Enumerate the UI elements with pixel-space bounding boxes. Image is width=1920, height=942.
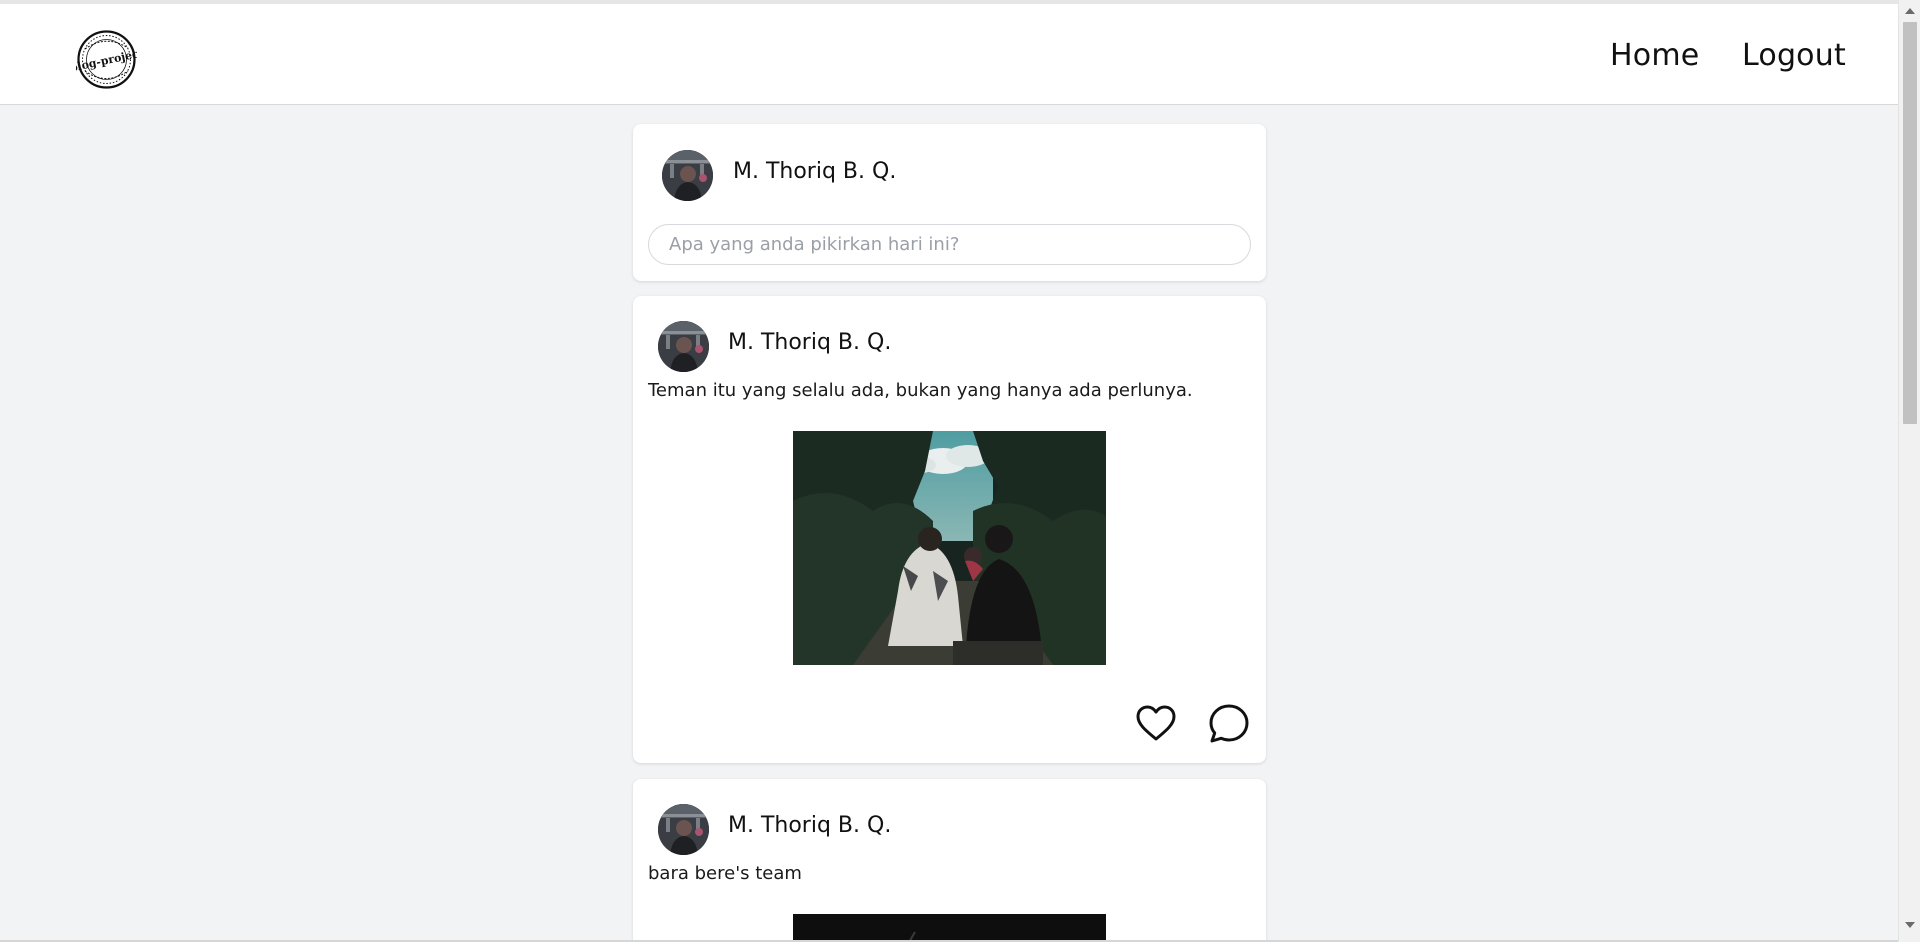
post-author-name: M. Thoriq B. Q. bbox=[728, 330, 892, 355]
app-viewport: blog-project Home Logout M. Thoriq B. Q. bbox=[0, 0, 1920, 942]
composer-avatar[interactable] bbox=[662, 150, 713, 201]
post-card: M. Thoriq B. Q. bara bere's team bbox=[633, 779, 1266, 942]
forest-friends-photo bbox=[793, 431, 1106, 665]
post-text: bara bere's team bbox=[648, 863, 802, 884]
avatar-image bbox=[662, 150, 713, 201]
composer-author-name: M. Thoriq B. Q. bbox=[733, 159, 897, 184]
post-author-avatar[interactable] bbox=[658, 804, 709, 855]
post-card: M. Thoriq B. Q. Teman itu yang selalu ad… bbox=[633, 296, 1266, 763]
page-scrollbar[interactable] bbox=[1898, 0, 1920, 942]
new-post-input[interactable] bbox=[648, 224, 1251, 265]
heart-icon[interactable] bbox=[1135, 703, 1177, 745]
scroll-down-arrow-icon[interactable] bbox=[1905, 922, 1915, 928]
comment-icon[interactable] bbox=[1208, 703, 1250, 745]
dark-photo bbox=[793, 914, 1106, 942]
post-text: Teman itu yang selalu ada, bukan yang ha… bbox=[648, 380, 1193, 401]
post-author-name: M. Thoriq B. Q. bbox=[728, 813, 892, 838]
nav-logout-link[interactable]: Logout bbox=[1742, 38, 1846, 73]
blog-project-logo[interactable]: blog-project bbox=[76, 29, 137, 90]
scrollbar-thumb[interactable] bbox=[1903, 22, 1917, 424]
post-photo[interactable] bbox=[793, 431, 1106, 665]
nav-home-link[interactable]: Home bbox=[1610, 38, 1699, 73]
post-composer-card: M. Thoriq B. Q. bbox=[633, 124, 1266, 281]
avatar-image bbox=[658, 804, 709, 855]
post-photo[interactable] bbox=[793, 914, 1106, 942]
scroll-up-arrow-icon[interactable] bbox=[1905, 8, 1915, 14]
avatar-image bbox=[658, 321, 709, 372]
top-navbar: blog-project Home Logout bbox=[0, 4, 1898, 105]
post-author-avatar[interactable] bbox=[658, 321, 709, 372]
